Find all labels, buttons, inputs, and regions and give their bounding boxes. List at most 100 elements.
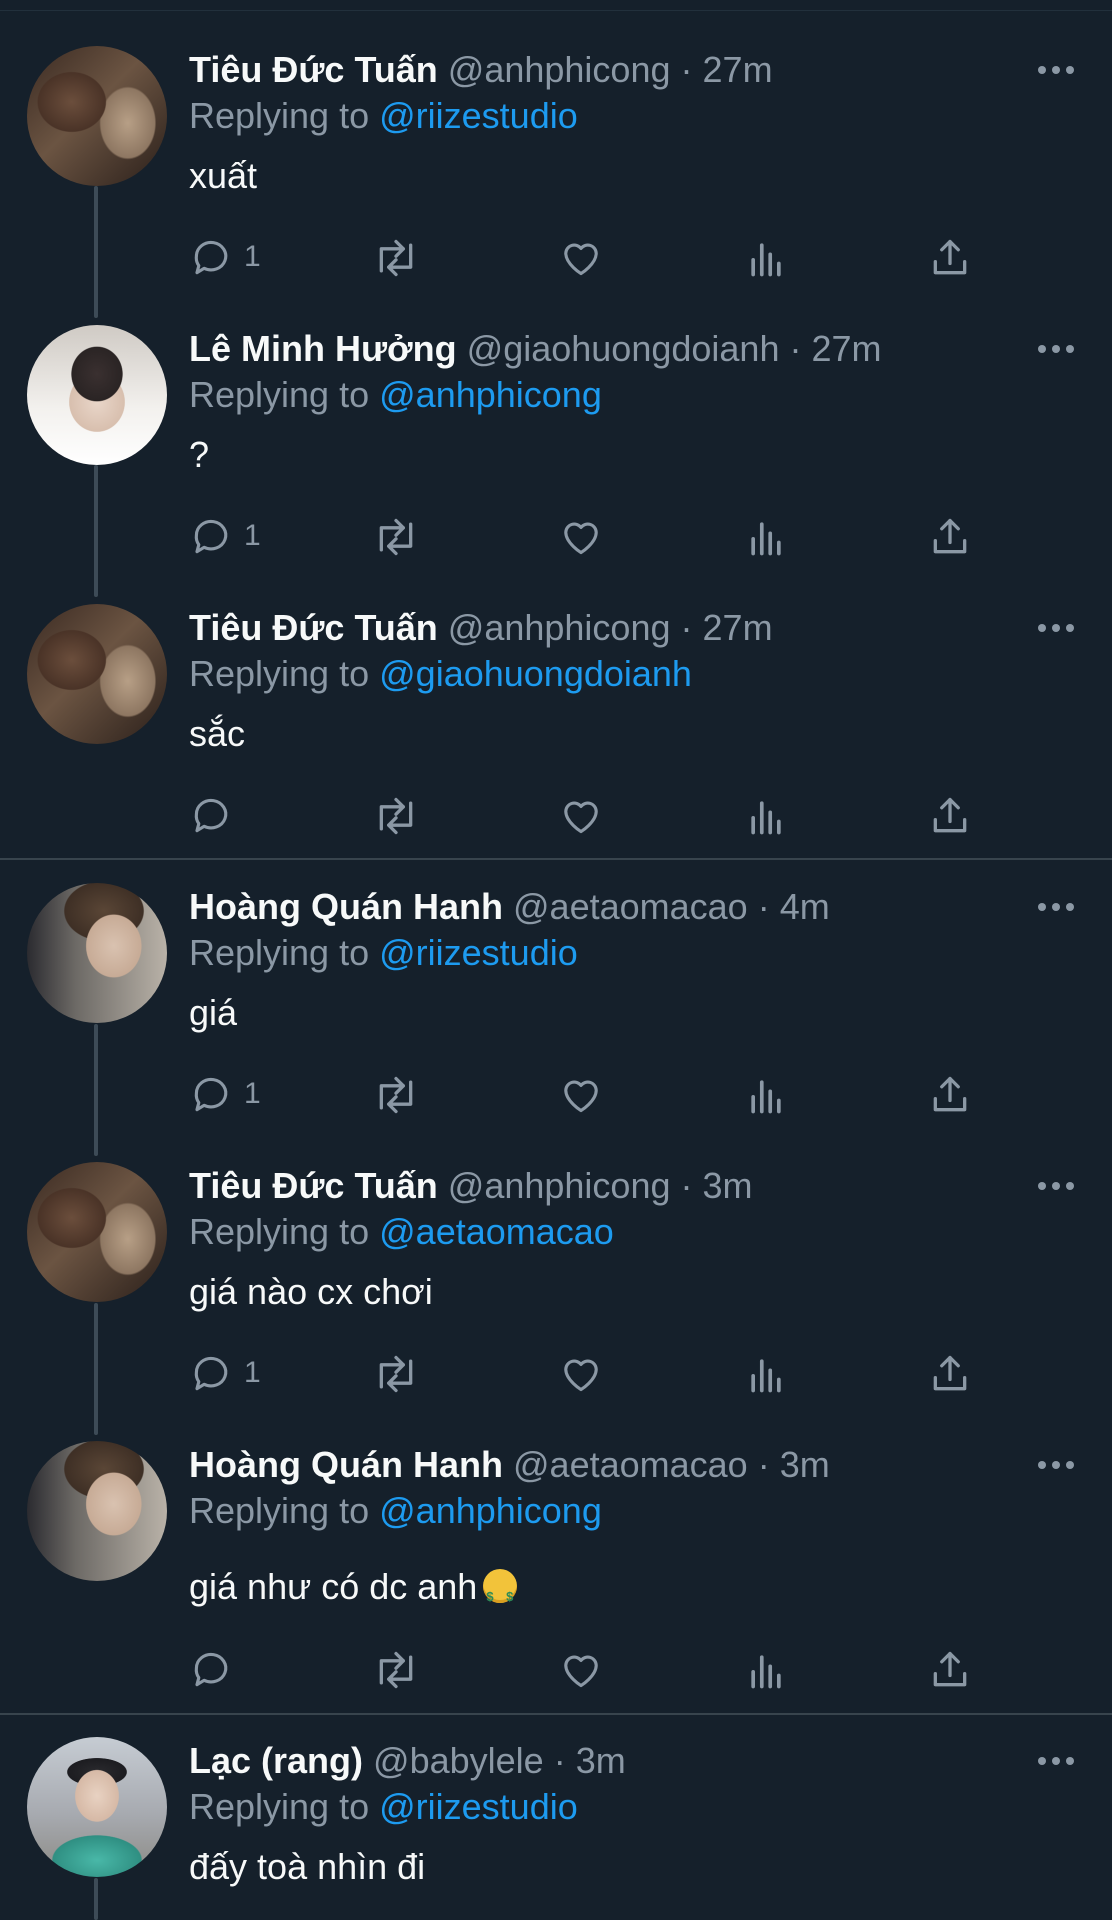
user-handle[interactable]: @anhphicong [448,1165,671,1206]
more-options-icon[interactable] [1038,624,1074,634]
retweet-button[interactable] [372,232,422,282]
share-icon [933,1355,967,1391]
retweet-button[interactable] [372,1348,422,1398]
reply-icon [194,240,228,275]
reply-button[interactable]: 1 [190,1069,270,1119]
retweet-button[interactable] [372,1069,422,1119]
replying-handle-link[interactable]: @riizestudio [379,95,578,136]
more-options-icon[interactable] [1038,1461,1074,1471]
user-handle[interactable]: @aetaomacao [513,886,748,927]
like-button[interactable] [559,1644,609,1694]
tweet[interactable]: Hoàng Quán Hanh @aetaomacao · 3m Replyin… [0,1441,1112,1701]
timestamp[interactable]: 27m [812,328,882,369]
analytics-button[interactable] [744,1644,794,1694]
avatar[interactable] [27,325,167,465]
display-name[interactable]: Tiêu Đức Tuấn [189,49,438,90]
replying-handle-link[interactable]: @anhphicong [379,374,602,415]
like-button[interactable] [559,232,609,282]
display-name[interactable]: Lê Minh Hưởng [189,328,457,369]
avatar[interactable] [27,883,167,1023]
more-options-icon[interactable] [1038,903,1074,913]
reply-icon [194,1652,228,1687]
retweet-button[interactable] [372,511,422,561]
share-button[interactable] [928,511,978,561]
analytics-button[interactable] [744,511,794,561]
user-handle[interactable]: @babylele [373,1740,544,1781]
like-button[interactable] [559,511,609,561]
display-name[interactable]: Hoàng Quán Hanh [189,1444,503,1485]
replying-handle-link[interactable]: @anhphicong [379,1490,602,1531]
retweet-icon [379,239,413,277]
tweet[interactable]: Lê Minh Hưởng @giaohuongdoianh · 27m Rep… [0,325,1112,565]
tweet[interactable]: Hoàng Quán Hanh @aetaomacao · 4m Replyin… [0,883,1112,1123]
user-handle[interactable]: @anhphicong [448,607,671,648]
retweet-button[interactable] [372,790,422,840]
avatar[interactable] [27,604,167,744]
separator: · [789,328,802,369]
display-name[interactable]: Tiêu Đức Tuấn [189,607,438,648]
more-options-icon[interactable] [1038,1757,1074,1767]
user-handle[interactable]: @anhphicong [448,49,671,90]
retweet-icon [379,518,413,556]
reply-icon [194,798,228,833]
replying-handle-link[interactable]: @aetaomacao [379,1211,614,1252]
tweet[interactable]: Tiêu Đức Tuấn @anhphicong · 27m Replying… [0,46,1112,286]
analytics-button[interactable] [744,232,794,282]
thread-divider [0,1713,1112,1715]
timestamp[interactable]: 3m [576,1740,626,1781]
avatar[interactable] [27,46,167,186]
avatar[interactable] [27,1162,167,1302]
reply-button[interactable] [190,1644,270,1694]
tweet-header: Tiêu Đức Tuấn @anhphicong · 27m [189,604,773,652]
display-name[interactable]: Lạc (rang) [189,1740,363,1781]
display-name[interactable]: Hoàng Quán Hanh [189,886,503,927]
replying-handle-link[interactable]: @riizestudio [379,1786,578,1827]
replying-handle-link[interactable]: @riizestudio [379,932,578,973]
timestamp[interactable]: 27m [703,49,773,90]
analytics-button[interactable] [744,1069,794,1119]
retweet-button[interactable] [372,1644,422,1694]
heart-icon [564,243,598,276]
action-bar [0,1644,1112,1694]
timestamp[interactable]: 27m [703,607,773,648]
share-button[interactable] [928,1069,978,1119]
share-icon [933,1076,967,1112]
avatar[interactable] [27,1441,167,1581]
timestamp[interactable]: 3m [703,1165,753,1206]
share-button[interactable] [928,232,978,282]
like-button[interactable] [559,790,609,840]
more-options-icon[interactable] [1038,1182,1074,1192]
tweet[interactable]: Tiêu Đức Tuấn @anhphicong · 3m Replying … [0,1162,1112,1402]
timestamp[interactable]: 4m [780,886,830,927]
share-icon [933,1651,967,1687]
reply-button[interactable]: 1 [190,511,270,561]
display-name[interactable]: Tiêu Đức Tuấn [189,1165,438,1206]
tweet[interactable]: Tiêu Đức Tuấn @anhphicong · 27m Replying… [0,604,1112,844]
reply-button[interactable] [190,790,270,840]
share-button[interactable] [928,1644,978,1694]
share-button[interactable] [928,1348,978,1398]
analytics-button[interactable] [744,790,794,840]
reply-icon [194,1356,228,1391]
tweet-header: Hoàng Quán Hanh @aetaomacao · 3m [189,1441,830,1489]
reply-button[interactable]: 1 [190,1348,270,1398]
retweet-icon [379,1355,413,1393]
share-button[interactable] [928,790,978,840]
tweet[interactable]: Lạc (rang) @babylele · 3m Replying to @r… [0,1737,1112,1920]
user-handle[interactable]: @aetaomacao [513,1444,748,1485]
reply-button[interactable]: 1 [190,232,270,282]
replying-to: Replying to @anhphicong [189,371,602,419]
like-button[interactable] [559,1069,609,1119]
replying-handle-link[interactable]: @giaohuongdoianh [379,653,692,694]
like-button[interactable] [559,1348,609,1398]
user-handle[interactable]: @giaohuongdoianh [467,328,780,369]
timestamp[interactable]: 3m [780,1444,830,1485]
separator: · [553,1740,566,1781]
analytics-icon [751,1655,781,1689]
tweet-header: Tiêu Đức Tuấn @anhphicong · 3m [189,1162,753,1210]
analytics-button[interactable] [744,1348,794,1398]
more-options-icon[interactable] [1038,66,1074,76]
more-options-icon[interactable] [1038,345,1074,355]
avatar[interactable] [27,1737,167,1877]
tweet-text: sắc [189,713,246,754]
